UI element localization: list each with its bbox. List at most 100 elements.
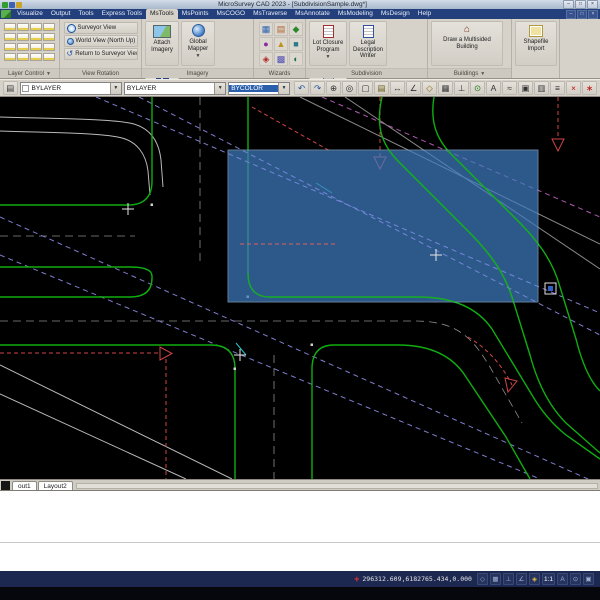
pan-icon[interactable]: ⊕ xyxy=(326,81,342,95)
app-icon[interactable] xyxy=(2,1,8,8)
doc-minimize-button[interactable]: – xyxy=(566,9,576,19)
ortho-toggle-icon[interactable]: ⊥ xyxy=(502,573,514,585)
surveyor-view-button[interactable]: Surveyor View xyxy=(63,22,138,34)
layer-on-icon[interactable] xyxy=(17,23,29,31)
lineweight-icon[interactable]: ≡ xyxy=(550,81,566,95)
wizard-points-icon[interactable]: ◆ xyxy=(289,22,303,36)
cancel-icon[interactable]: ∗ xyxy=(582,81,598,95)
entity-properties-button[interactable]: ▤ xyxy=(3,81,18,95)
ribbon-tab[interactable]: Express Tools xyxy=(98,9,146,19)
ribbon-tab[interactable]: Tools xyxy=(74,9,97,19)
ribbon-group-buildings: ⌂ Draw a Multisided Building Buildings ▼ xyxy=(428,19,512,78)
ribbon-tab[interactable]: MsTools xyxy=(145,9,178,19)
osnap-icon[interactable]: ⊙ xyxy=(470,81,486,95)
group-caption-layer-control[interactable]: Layer Control ▼ xyxy=(0,68,59,78)
layer-match-icon[interactable] xyxy=(17,43,29,51)
layer-combo[interactable]: BYLAYER ▼ xyxy=(19,81,122,95)
ribbon-tab[interactable]: MsModeling xyxy=(334,9,377,19)
ribbon-tab[interactable]: MsDesign xyxy=(377,9,414,19)
layer-color-icon[interactable] xyxy=(43,33,55,41)
layer-freeze-icon[interactable] xyxy=(43,23,55,31)
doc-restore-button[interactable]: □ xyxy=(577,9,587,19)
wizard-cogo-icon[interactable]: ● xyxy=(259,37,273,51)
layer-merge-icon[interactable] xyxy=(43,43,55,51)
grid-icon[interactable]: ▦ xyxy=(438,81,454,95)
undo-icon[interactable]: ↶ xyxy=(294,81,310,95)
command-window-splitter[interactable] xyxy=(0,542,600,543)
group-caption-buildings[interactable]: Buildings ▼ xyxy=(428,68,511,78)
ortho-icon[interactable]: ⊥ xyxy=(454,81,470,95)
layer-walk-icon[interactable] xyxy=(4,53,16,61)
table-icon[interactable]: ▥ xyxy=(534,81,550,95)
linetype-combo[interactable]: BYLAYER ▼ xyxy=(123,81,227,95)
rotate-arrow-icon: ↺ xyxy=(66,49,74,58)
wizard-project-icon[interactable]: ▦ xyxy=(259,22,273,36)
microsurvey-logo-icon[interactable] xyxy=(1,10,11,18)
minimize-button[interactable]: – xyxy=(563,0,574,9)
ribbon-tab[interactable]: MsAnnotate xyxy=(291,9,334,19)
erase-icon[interactable]: × xyxy=(566,81,582,95)
world-view-button[interactable]: World View (North Up) xyxy=(63,35,138,47)
tab-scroll-button[interactable] xyxy=(1,481,10,490)
chevron-down-icon[interactable]: ▼ xyxy=(109,82,121,94)
properties-toolbar: ▤ BYLAYER ▼ BYLAYER ▼ BYCOLOR ▼ ↶ ↷ ⊕ ◎ ▢ ▤ ↔ ∠… xyxy=(0,79,600,97)
return-to-surveyor-view-button[interactable]: ↺ Return to Surveyor View xyxy=(63,48,138,60)
layer-isolate-icon[interactable] xyxy=(17,53,29,61)
ribbon-tab[interactable]: Visualize xyxy=(13,9,47,19)
snap-icon[interactable]: ◇ xyxy=(422,81,438,95)
wizard-traverse-icon[interactable]: ▤ xyxy=(274,22,288,36)
distance-icon[interactable]: ↔ xyxy=(390,81,406,95)
redo-icon[interactable]: ↷ xyxy=(310,81,326,95)
shapefile-import-button[interactable]: Shapefile Import xyxy=(515,21,557,66)
horizontal-scrollbar[interactable] xyxy=(75,483,598,489)
wizard-export-icon[interactable]: ◈ xyxy=(259,52,273,66)
wizard-labels-icon[interactable]: ▲ xyxy=(274,37,288,51)
attach-imagery-button[interactable]: Attach Imagery xyxy=(145,21,179,66)
angle-icon[interactable]: ∠ xyxy=(406,81,422,95)
doc-close-button[interactable]: × xyxy=(588,9,598,19)
chevron-down-icon[interactable]: ▼ xyxy=(214,82,226,94)
layer-current-icon[interactable] xyxy=(4,43,16,51)
layer-off-icon[interactable] xyxy=(30,23,42,31)
spline-icon[interactable]: ≈ xyxy=(502,81,518,95)
grid-toggle-icon[interactable]: ▦ xyxy=(489,573,501,585)
layer-lock-icon[interactable] xyxy=(17,33,29,41)
draw-multisided-building-button[interactable]: ⌂ Draw a Multisided Building xyxy=(431,21,503,66)
snap-toggle-icon[interactable]: ◇ xyxy=(476,573,488,585)
tracking-toggle-icon[interactable]: ⊙ xyxy=(570,573,581,585)
annotation-toggle-icon[interactable]: A xyxy=(557,573,568,585)
plot-style-combo[interactable]: BYCOLOR ▼ xyxy=(228,81,291,95)
maximize-button[interactable]: □ xyxy=(575,0,586,9)
zoom-icon[interactable]: ◎ xyxy=(342,81,358,95)
ribbon-tab[interactable]: Help xyxy=(414,9,435,19)
layer-list-icon[interactable] xyxy=(4,23,16,31)
legal-description-writer-button[interactable]: Legal Description Writer xyxy=(349,21,387,66)
text-icon[interactable]: A xyxy=(486,81,502,95)
viewport-lock-icon[interactable]: ▣ xyxy=(583,573,594,585)
wizard-settings-icon[interactable]: ▩ xyxy=(274,52,288,66)
layer-unlock-icon[interactable] xyxy=(30,33,42,41)
wizard-reports-icon[interactable]: ◐ xyxy=(289,52,303,66)
command-window[interactable] xyxy=(0,490,600,572)
layers-icon[interactable]: ▤ xyxy=(374,81,390,95)
polar-toggle-icon[interactable]: ∠ xyxy=(515,573,527,585)
drawing-canvas[interactable] xyxy=(0,96,600,480)
ribbon-tab[interactable]: Output xyxy=(47,9,75,19)
zoom-window-icon[interactable]: ▢ xyxy=(358,81,374,95)
lot-closure-program-button[interactable]: Lot Closure Program ▼ xyxy=(309,21,347,66)
layer-thaw-icon[interactable] xyxy=(4,33,16,41)
wizard-import-icon[interactable]: ■ xyxy=(289,37,303,51)
save-icon[interactable] xyxy=(9,1,15,8)
ribbon-tab[interactable]: MsTraverse xyxy=(249,9,291,19)
ribbon-tab[interactable]: MsPoints xyxy=(178,9,213,19)
layer-new-icon[interactable] xyxy=(43,53,55,61)
ribbon-tab[interactable]: MsCOGO xyxy=(213,9,250,19)
chevron-down-icon[interactable]: ▼ xyxy=(278,82,290,94)
global-mapper-button[interactable]: Global Mapper ▼ xyxy=(181,21,215,66)
scale-indicator[interactable]: 1:1 xyxy=(541,573,555,585)
layer-delete-icon[interactable] xyxy=(30,53,42,61)
close-button[interactable]: × xyxy=(587,0,598,9)
viewport-icon[interactable]: ▣ xyxy=(518,81,534,95)
osnap-toggle-icon[interactable]: ◈ xyxy=(528,573,540,585)
layer-previous-icon[interactable] xyxy=(30,43,42,51)
